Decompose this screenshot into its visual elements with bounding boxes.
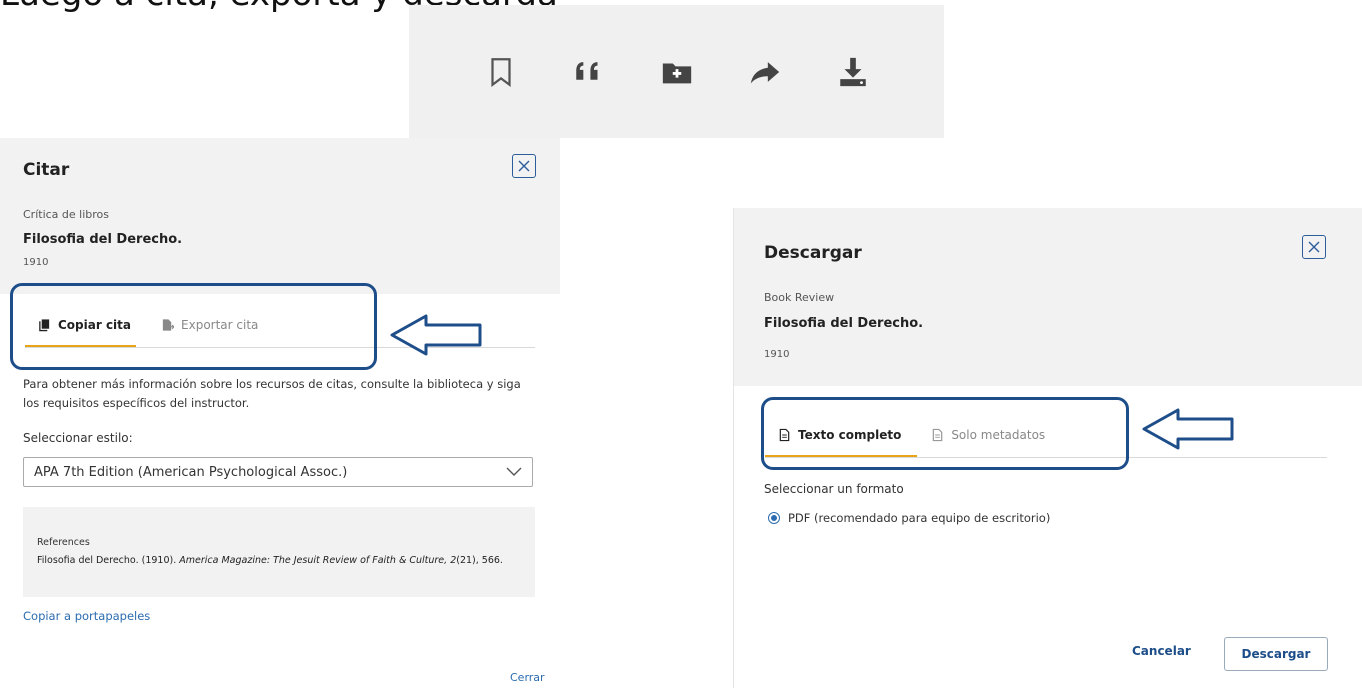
close-link[interactable]: Cerrar <box>510 671 545 684</box>
copy-to-clipboard-link[interactable]: Copiar a portapapeles <box>23 609 150 623</box>
share-icon[interactable] <box>745 52 785 92</box>
quote-icon[interactable] <box>569 52 609 92</box>
format-option-label: PDF (recomendado para equipo de escritor… <box>788 511 1051 525</box>
download-button[interactable]: Descargar <box>1224 637 1328 671</box>
item-toolbar <box>409 5 944 138</box>
close-icon[interactable] <box>1302 235 1326 259</box>
item-type: Crítica de libros <box>23 208 109 221</box>
chevron-down-icon <box>506 467 522 476</box>
item-type: Book Review <box>764 291 835 304</box>
download-tabs-highlight <box>761 397 1129 470</box>
item-year: 1910 <box>764 349 790 360</box>
folder-add-icon[interactable] <box>657 52 697 92</box>
download-icon[interactable] <box>833 52 873 92</box>
citation-style-value: APA 7th Edition (American Psychological … <box>34 464 348 480</box>
cite-dialog-title: Citar <box>23 160 70 180</box>
citation-style-select[interactable]: APA 7th Edition (American Psychological … <box>23 457 533 487</box>
download-dialog-header: Descargar Book Review Filosofia del Dere… <box>734 208 1362 386</box>
reference-citation: Filosofia del Derecho. (1910). America M… <box>37 555 503 566</box>
cite-tabs-highlight <box>10 283 377 370</box>
cancel-button[interactable]: Cancelar <box>1132 644 1191 658</box>
bookmark-icon[interactable] <box>481 52 521 92</box>
style-label: Seleccionar estilo: <box>23 431 133 445</box>
cite-dialog: Citar Crítica de libros Filosofia del De… <box>0 138 560 688</box>
item-title: Filosofia del Derecho. <box>764 316 924 331</box>
item-title: Filosofia del Derecho. <box>23 232 183 247</box>
reference-heading: References <box>37 537 90 548</box>
cite-dialog-header: Citar Crítica de libros Filosofia del De… <box>0 138 560 294</box>
format-option-pdf[interactable]: PDF (recomendado para equipo de escritor… <box>768 511 1050 525</box>
arrow-left-icon <box>1142 408 1234 450</box>
reference-box: References Filosofia del Derecho. (1910)… <box>23 507 535 597</box>
close-icon[interactable] <box>512 154 536 178</box>
arrow-left-icon <box>390 314 482 356</box>
citation-help-text: Para obtener más información sobre los r… <box>23 377 521 410</box>
item-year: 1910 <box>23 257 49 268</box>
radio-selected[interactable] <box>768 512 780 524</box>
download-dialog-title: Descargar <box>764 243 862 263</box>
format-label: Seleccionar un formato <box>764 482 904 496</box>
